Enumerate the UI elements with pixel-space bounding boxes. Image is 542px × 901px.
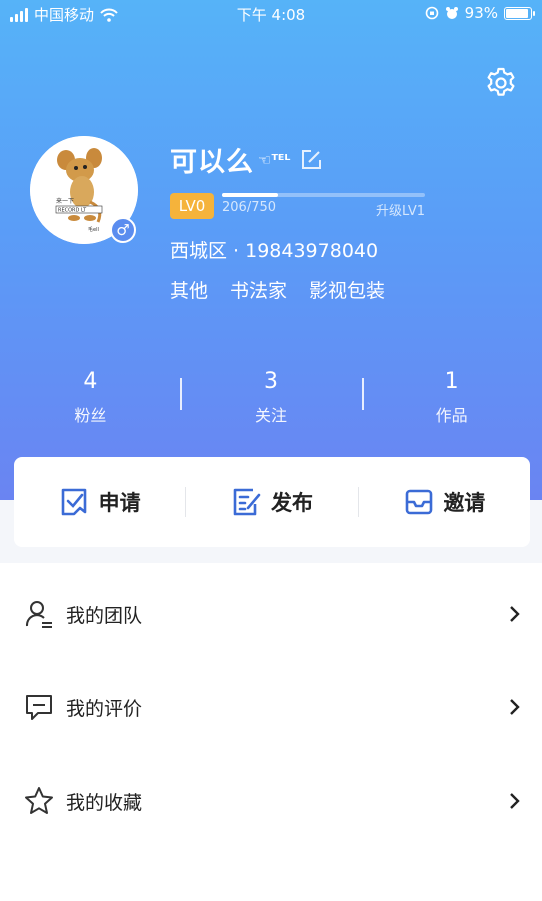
avatar-text-3: 毛ell — [88, 226, 99, 233]
menu-list: 我的团队 我的评价 我的收藏 — [0, 563, 542, 901]
tag-item: 影视包装 — [309, 280, 386, 302]
chevron-right-icon — [510, 699, 520, 715]
stat-value: 3 — [264, 369, 278, 394]
apply-label: 申请 — [98, 491, 141, 515]
menu-label: 我的评价 — [66, 697, 143, 720]
apply-icon — [61, 488, 86, 516]
stat-label: 关注 — [255, 406, 288, 425]
menu-item-favorites[interactable]: 我的收藏 — [0, 754, 542, 848]
exp-progress-track — [222, 193, 425, 197]
stat-works[interactable]: 1 作品 — [361, 365, 542, 435]
battery-icon — [504, 6, 535, 20]
team-icon — [25, 601, 52, 628]
orientation-lock-icon — [425, 6, 438, 20]
location-phone: 西城区 · 19843978040 — [170, 240, 379, 262]
settings-gear-icon[interactable] — [484, 66, 518, 100]
stats-row: 4 粉丝 3 关注 1 作品 — [0, 365, 542, 435]
invite-label: 邀请 — [443, 491, 486, 515]
battery-percent: 93% — [464, 4, 498, 22]
menu-item-reviews[interactable]: 我的评价 — [0, 660, 542, 754]
stat-following[interactable]: 3 关注 — [181, 365, 362, 435]
gender-male-icon: ♂ — [110, 217, 136, 243]
apply-button[interactable]: 申请 — [14, 486, 185, 518]
avatar-text-2: RECORD LT — [58, 208, 87, 214]
publish-label: 发布 — [270, 491, 313, 515]
stat-fans[interactable]: 4 粉丝 — [0, 365, 181, 435]
profile-tags: 其他 书法家 影视包装 — [170, 276, 385, 303]
level-badge: LV0 — [170, 193, 214, 219]
invite-icon — [406, 489, 433, 515]
tag-item: 书法家 — [230, 280, 288, 302]
level-row: LV0 206/750 升级LV1 — [170, 193, 425, 219]
nickname-suffix: ☜ᵀᴱᴸ — [258, 150, 291, 169]
name-row: 可以么 ☜ᵀᴱᴸ — [170, 140, 324, 179]
exp-progress-fill — [222, 193, 278, 197]
publish-icon — [233, 488, 261, 516]
chevron-right-icon — [510, 606, 520, 622]
action-card: 申请 发布 邀请 — [14, 457, 530, 547]
nickname: 可以么 — [170, 147, 254, 178]
status-bar: 中国移动 下午 4:08 93% — [0, 0, 542, 28]
menu-label: 我的团队 — [66, 604, 143, 627]
alarm-icon — [445, 7, 458, 19]
stat-value: 1 — [444, 369, 459, 394]
avatar-text-1: 来一下 — [56, 198, 74, 205]
stats-divider — [180, 378, 182, 410]
edit-icon[interactable] — [298, 147, 324, 173]
tag-item: 其他 — [170, 280, 209, 302]
chevron-right-icon — [510, 793, 520, 809]
publish-button[interactable]: 发布 — [186, 486, 357, 518]
exp-text: 206/750 — [222, 200, 277, 215]
stat-value: 4 — [83, 369, 98, 394]
menu-label: 我的收藏 — [66, 791, 143, 814]
stat-label: 粉丝 — [74, 406, 107, 425]
stats-divider — [362, 378, 364, 410]
star-icon — [25, 787, 53, 814]
invite-button[interactable]: 邀请 — [359, 486, 530, 518]
comment-icon — [26, 695, 52, 720]
menu-item-team[interactable]: 我的团队 — [0, 567, 542, 661]
next-level-text: 升级LV1 — [376, 204, 425, 219]
stat-label: 作品 — [435, 406, 468, 425]
